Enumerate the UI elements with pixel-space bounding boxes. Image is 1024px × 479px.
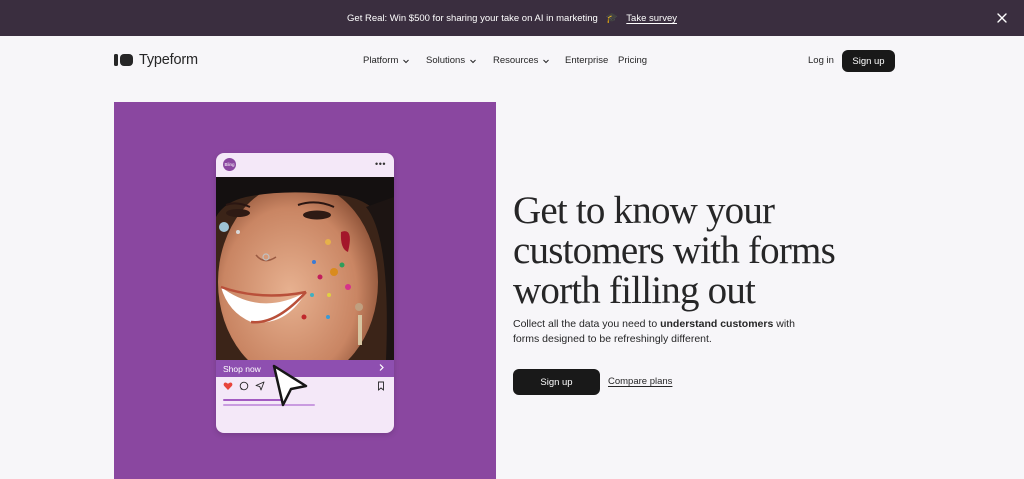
phone-post-header: Bling ••• bbox=[216, 153, 394, 177]
hero-photo bbox=[216, 177, 394, 360]
take-survey-link[interactable]: Take survey bbox=[626, 13, 677, 24]
nav-solutions[interactable]: Solutions bbox=[426, 55, 477, 66]
hero-subcopy-part1: Collect all the data you need to bbox=[513, 318, 661, 330]
shop-now-label: Shop now bbox=[223, 363, 261, 374]
hero-visual-panel: Bling ••• Shop now bbox=[114, 102, 496, 479]
nav-resources[interactable]: Resources bbox=[493, 55, 550, 66]
site-header: Typeform Platform Solutions Resources En… bbox=[0, 36, 1024, 84]
share-icon bbox=[255, 381, 265, 391]
nav-platform-label: Platform bbox=[363, 55, 399, 66]
avatar: Bling bbox=[223, 158, 236, 171]
announcement-text: Get Real: Win $500 for sharing your take… bbox=[347, 12, 598, 24]
nav-enterprise[interactable]: Enterprise bbox=[565, 55, 608, 66]
hero-subcopy: Collect all the data you need to underst… bbox=[513, 317, 823, 347]
chevron-right-icon bbox=[379, 364, 384, 371]
hero-signup-button[interactable]: Sign up bbox=[513, 369, 600, 395]
heart-icon bbox=[223, 382, 233, 390]
typeform-logo[interactable]: Typeform bbox=[114, 52, 198, 68]
signup-button[interactable]: Sign up bbox=[842, 50, 895, 72]
hero-headline: Get to know your customers with forms wo… bbox=[513, 189, 836, 312]
nav-platform[interactable]: Platform bbox=[363, 55, 410, 66]
chevron-down-icon bbox=[543, 59, 550, 63]
chevron-down-icon bbox=[403, 59, 410, 63]
chevron-down-icon bbox=[470, 59, 476, 63]
comment-icon bbox=[239, 381, 249, 391]
login-link[interactable]: Log in bbox=[808, 55, 834, 66]
nav-pricing[interactable]: Pricing bbox=[618, 55, 647, 66]
bookmark-icon bbox=[378, 381, 384, 391]
pointer-cursor-icon bbox=[272, 364, 308, 407]
nav-resources-label: Resources bbox=[493, 55, 539, 66]
more-options-icon: ••• bbox=[375, 159, 386, 169]
announcement-bar: Get Real: Win $500 for sharing your take… bbox=[0, 0, 1024, 36]
typeform-logo-icon bbox=[114, 54, 133, 66]
close-icon[interactable] bbox=[994, 10, 1010, 26]
post-actions bbox=[223, 381, 265, 391]
hero-subcopy-emphasis: understand customers bbox=[660, 318, 774, 330]
brand-name: Typeform bbox=[139, 52, 198, 68]
graduation-cap-icon: 🎓 bbox=[605, 12, 619, 24]
compare-plans-link[interactable]: Compare plans bbox=[608, 376, 672, 387]
nav-solutions-label: Solutions bbox=[426, 55, 466, 66]
